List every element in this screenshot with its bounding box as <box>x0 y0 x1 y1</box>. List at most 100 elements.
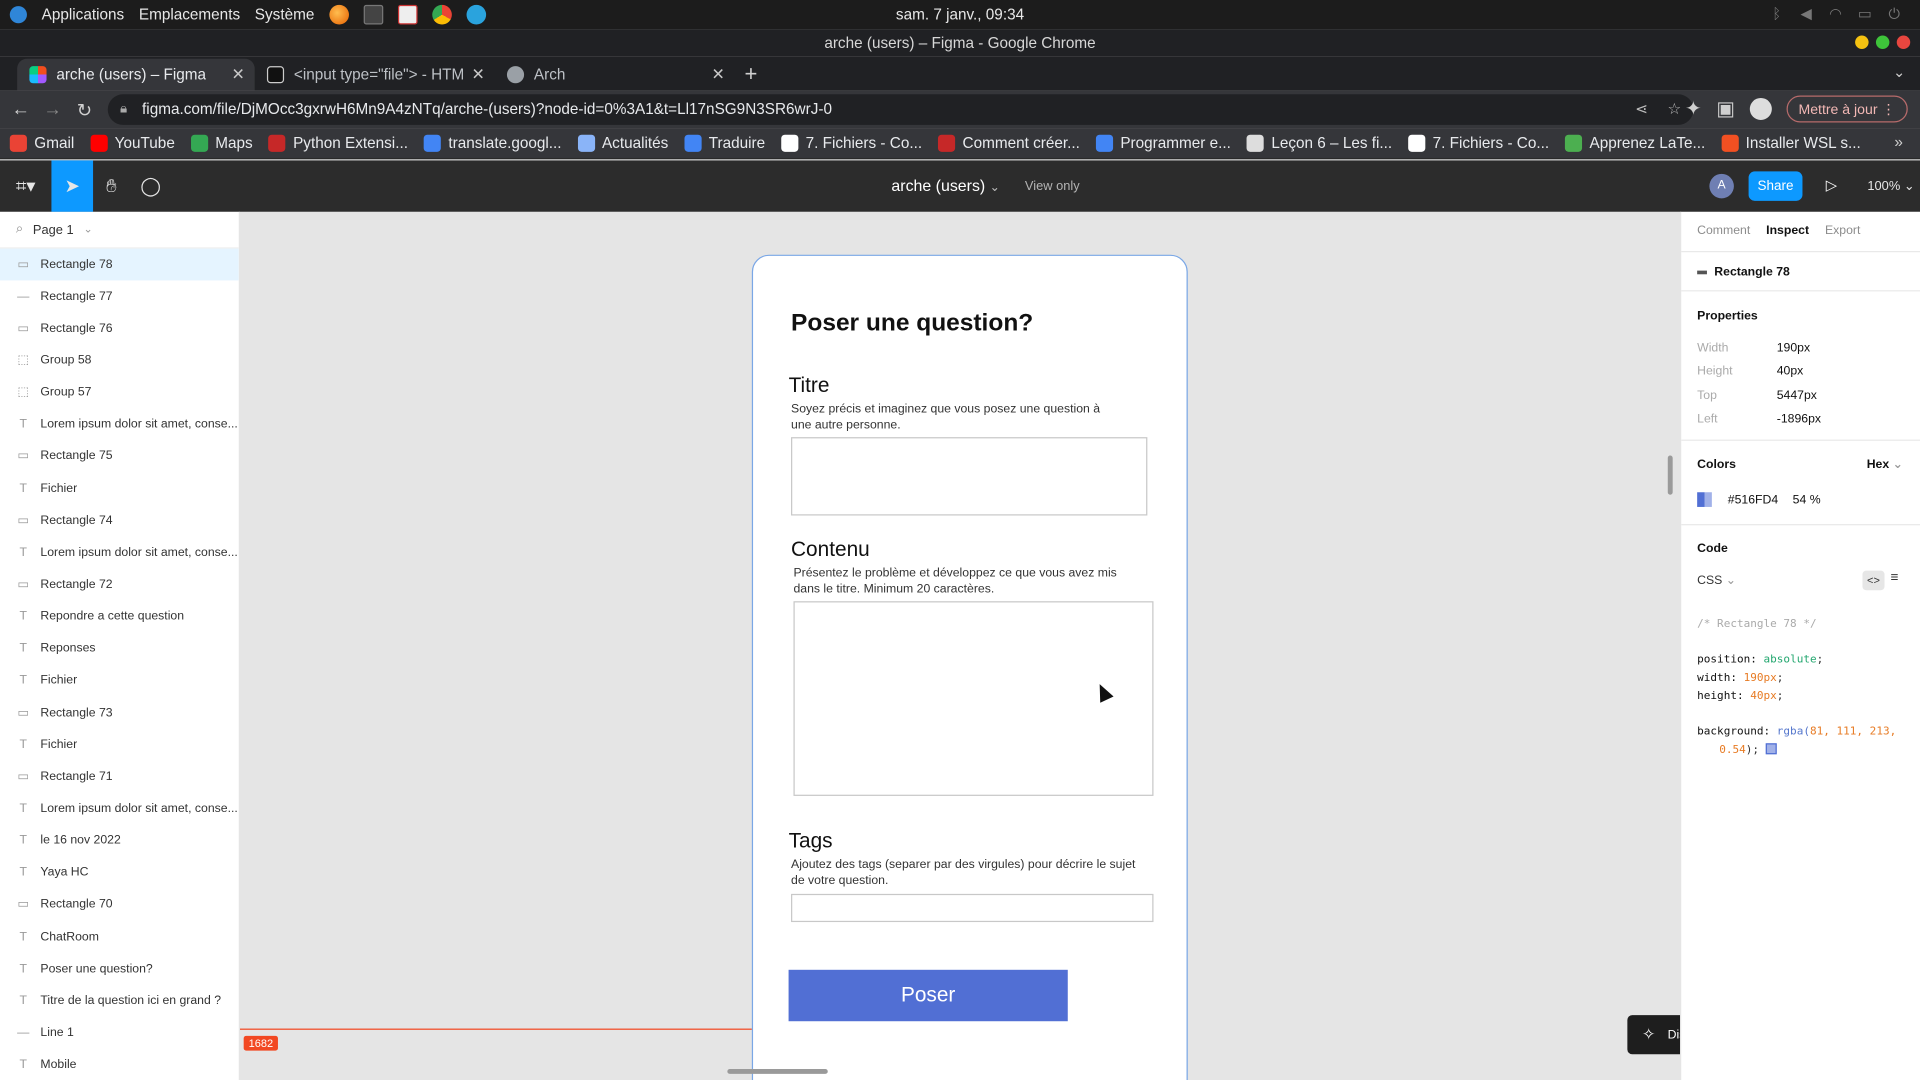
terminal-icon[interactable] <box>363 4 383 25</box>
bookmark-item[interactable]: YouTube <box>90 134 175 152</box>
lock-icon[interactable]: 🔒︎ <box>120 94 127 125</box>
minimize-button[interactable] <box>1855 35 1869 49</box>
close-tab-icon[interactable]: ✕ <box>472 65 485 85</box>
layer-item[interactable]: Tle 16 nov 2022 <box>0 825 239 857</box>
layer-item[interactable]: ▭ Rectangle 76 <box>0 313 239 345</box>
canvas[interactable]: 1682 Poser une question? Titre Soyez pré… <box>240 211 1681 1080</box>
wifi-icon[interactable]: ◠ <box>1827 5 1844 22</box>
tab-search-chevron-icon[interactable]: ⌄ <box>1893 64 1905 81</box>
layer-item[interactable]: T Fichier <box>0 665 239 697</box>
distro-logo-icon[interactable] <box>9 6 27 24</box>
forward-button[interactable]: → <box>37 99 69 120</box>
layer-item[interactable]: T Repondre a cette question <box>0 601 239 633</box>
back-button[interactable]: ← <box>5 99 37 120</box>
layer-item[interactable]: ▭ Rectangle 75 <box>0 441 239 473</box>
page-selector[interactable]: ⌕ Page 1 ⌄ <box>0 212 239 249</box>
side-panel-icon[interactable]: ▣ <box>1716 97 1735 121</box>
tab-figma[interactable]: arche (users) – Figma ✕ <box>17 58 255 91</box>
titre-input[interactable] <box>791 437 1148 516</box>
close-tab-icon[interactable]: ✕ <box>712 65 725 85</box>
reload-button[interactable]: ↻ <box>69 99 101 121</box>
bookmark-item[interactable]: Comment créer... <box>938 134 1080 152</box>
layer-item[interactable]: T Reponses <box>0 633 239 665</box>
bookmark-item[interactable]: 7. Fichiers - Co... <box>781 134 922 152</box>
layer-item[interactable]: T ChatRoom <box>0 921 239 953</box>
bookmarks-overflow-icon[interactable]: » <box>1894 133 1903 150</box>
bookmark-item[interactable]: Apprenez LaTe... <box>1565 134 1705 152</box>
layer-item[interactable]: T Titre de la question ici en grand ? <box>0 985 239 1017</box>
layer-item[interactable]: ▭ Rectangle 73 <box>0 697 239 729</box>
layer-item[interactable]: T Yaya HC <box>0 857 239 889</box>
tab-comment[interactable]: Comment <box>1697 224 1750 237</box>
address-bar[interactable]: 🔒︎ figma.com/file/DjMOcc3gxrwH6Mn9A4zNTq… <box>107 94 1694 125</box>
bookmark-item[interactable]: 7. Fichiers - Co... <box>1408 134 1549 152</box>
user-avatar[interactable]: A <box>1709 173 1734 199</box>
layer-item[interactable]: ▭ Rectangle 70 <box>0 889 239 921</box>
bookmark-item[interactable]: translate.googl... <box>423 134 562 152</box>
bookmark-item[interactable]: Traduire <box>684 134 765 152</box>
close-tab-icon[interactable]: ✕ <box>232 65 245 85</box>
bookmark-item[interactable]: Maps <box>190 134 253 152</box>
layer-item[interactable]: ▭ Rectangle 71 <box>0 761 239 793</box>
poser-button[interactable]: Poser <box>788 969 1068 1022</box>
maximize-button[interactable] <box>1875 35 1890 49</box>
bookmark-item[interactable]: Actualités <box>577 134 668 152</box>
layer-item[interactable]: — Rectangle 77 <box>0 281 239 313</box>
system-menu[interactable]: Système <box>255 6 315 23</box>
list-view-icon[interactable]: ≡ <box>1891 571 1899 586</box>
code-language-dropdown[interactable]: CSS ⌄ <box>1697 574 1736 587</box>
layer-item[interactable]: — Line 1 <box>0 1017 239 1049</box>
layer-item[interactable]: T Fichier <box>0 729 239 761</box>
chrome-icon[interactable] <box>431 4 452 25</box>
places-menu[interactable]: Emplacements <box>139 6 240 23</box>
layer-item[interactable]: ▭ Rectangle 78 <box>0 248 239 281</box>
applications-menu[interactable]: Applications <box>42 6 125 23</box>
battery-icon[interactable]: ▭ <box>1856 5 1873 22</box>
bookmark-item[interactable]: Installer WSL s... <box>1721 134 1861 152</box>
volume-icon[interactable]: ◀ <box>1798 5 1815 22</box>
layer-item[interactable]: T Poser une question? <box>0 953 239 985</box>
layer-item[interactable]: ▭ Rectangle 74 <box>0 505 239 537</box>
figma-main-menu-button[interactable]: ⌗▾ <box>0 160 51 211</box>
bookmark-item[interactable]: Python Extensi... <box>268 134 408 152</box>
bookmark-star-icon[interactable]: ☆ <box>1668 94 1682 125</box>
search-icon[interactable]: ⌕ <box>16 222 23 238</box>
present-play-icon[interactable]: ▷ <box>1826 176 1837 193</box>
vertical-scrollbar[interactable] <box>1667 455 1673 495</box>
tags-input[interactable] <box>791 893 1154 923</box>
tab-export[interactable]: Export <box>1825 224 1860 237</box>
firefox-icon[interactable] <box>329 4 349 25</box>
layer-item[interactable]: ⬚ Group 58 <box>0 345 239 377</box>
share-button[interactable]: Share <box>1748 171 1803 201</box>
color-hex[interactable]: #516FD4 <box>1728 493 1778 506</box>
comment-tool-icon[interactable]: ◯ <box>130 160 172 211</box>
code-view-icon[interactable]: <> <box>1862 570 1885 591</box>
update-button[interactable]: Mettre à jour ⋮ <box>1786 95 1908 123</box>
close-window-button[interactable] <box>1896 35 1911 49</box>
profile-avatar[interactable] <box>1749 97 1772 121</box>
new-tab-button[interactable]: + <box>744 61 757 87</box>
bookmark-item[interactable]: Programmer e... <box>1095 134 1231 152</box>
tab-arch[interactable]: Arch ✕ <box>495 59 735 91</box>
bookmark-item[interactable]: Leçon 6 – Les fi... <box>1246 134 1392 152</box>
extensions-icon[interactable]: ✦ <box>1685 97 1701 121</box>
layer-item[interactable]: T Lorem ipsum dolor sit amet, conse... <box>0 409 239 441</box>
layer-item[interactable]: ⬚ Group 57 <box>0 377 239 409</box>
bluetooth-icon[interactable]: ᛒ <box>1768 5 1785 22</box>
tab-input-file[interactable]: <input type="file"> - HTM ✕ <box>255 59 495 91</box>
document-title[interactable]: arche (users) ⌄ <box>891 176 999 194</box>
zoom-dropdown[interactable]: 100% ⌄ <box>1867 179 1914 194</box>
layer-item[interactable]: ▭ Rectangle 72 <box>0 569 239 601</box>
mobile-frame[interactable]: Poser une question? Titre Soyez précis e… <box>751 254 1188 1080</box>
color-format-dropdown[interactable]: Hex ⌄ <box>1867 458 1903 471</box>
share-icon[interactable]: ⋖ <box>1635 94 1648 125</box>
tab-inspect[interactable]: Inspect <box>1766 224 1809 237</box>
layer-item[interactable]: T Fichier <box>0 473 239 505</box>
layer-item[interactable]: T Lorem ipsum dolor sit amet, conse... <box>0 537 239 569</box>
layer-item[interactable]: T Mobile <box>0 1049 239 1080</box>
discover-features-toast[interactable]: ✧ Discover more features ⌃ <box>1627 1015 1681 1055</box>
bookmark-item[interactable]: Gmail <box>9 134 74 152</box>
telegram-icon[interactable] <box>466 4 486 25</box>
hand-tool-icon[interactable]: ✋︎ <box>91 160 133 211</box>
text-editor-icon[interactable] <box>397 4 418 25</box>
